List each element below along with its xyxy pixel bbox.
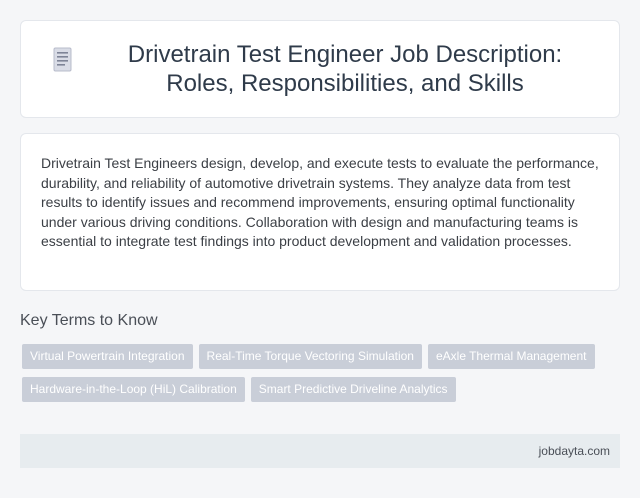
tag-row: Virtual Powertrain Integration Real-Time… xyxy=(22,344,622,369)
tag-eaxle-thermal-management[interactable]: eAxle Thermal Management xyxy=(427,344,595,369)
tag-virtual-powertrain-integration[interactable]: Virtual Powertrain Integration xyxy=(22,344,193,369)
description-text: Drivetrain Test Engineers design, develo… xyxy=(41,155,599,250)
title-card: Drivetrain Test Engineer Job Description… xyxy=(20,20,620,118)
document-icon xyxy=(41,40,101,78)
description-card: Drivetrain Test Engineers design, develo… xyxy=(20,133,620,291)
tag-smart-predictive-driveline-analytics[interactable]: Smart Predictive Driveline Analytics xyxy=(250,377,456,402)
key-terms-list: Virtual Powertrain Integration Real-Time… xyxy=(22,344,622,410)
footer: jobdayta.com xyxy=(20,434,620,468)
key-terms-heading: Key Terms to Know xyxy=(20,312,158,329)
footer-site-link[interactable]: jobdayta.com xyxy=(539,444,610,458)
tag-hil-calibration[interactable]: Hardware-in-the-Loop (HiL) Calibration xyxy=(22,377,245,402)
page-title: Drivetrain Test Engineer Job Description… xyxy=(127,41,563,97)
tag-real-time-torque-vectoring-simulation[interactable]: Real-Time Torque Vectoring Simulation xyxy=(198,344,422,369)
tag-row: Hardware-in-the-Loop (HiL) Calibration S… xyxy=(22,377,622,402)
